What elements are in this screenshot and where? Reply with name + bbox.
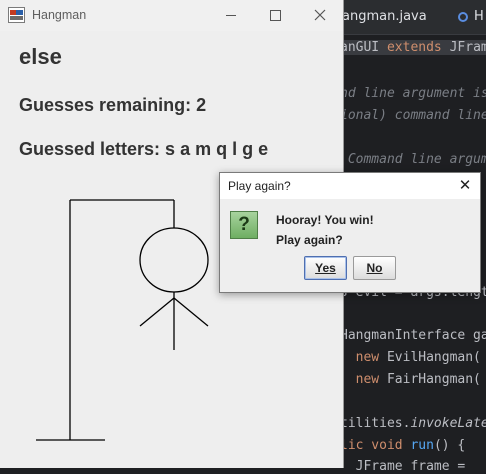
minimize-icon: [226, 14, 236, 16]
code-line[interactable]: new EvilHangman(: [340, 350, 481, 365]
code-token: () {: [433, 438, 466, 453]
dialog-title: Play again?: [228, 179, 291, 193]
close-icon: ✕: [458, 177, 472, 194]
code-keyword: new: [340, 350, 380, 365]
window-titlebar[interactable]: Hangman: [0, 0, 343, 31]
editor-tab-label: H: [474, 9, 484, 24]
code-keyword: extends: [379, 40, 442, 55]
guessed-letters: Guessed letters: s a m q l g e: [19, 139, 269, 159]
code-line[interactable]: JFrame frame =: [340, 459, 473, 474]
yes-button[interactable]: Yes: [304, 256, 347, 280]
code-token: anGUI: [340, 40, 380, 55]
code-keyword: new: [340, 372, 380, 387]
class-file-icon: [458, 11, 468, 22]
dialog-message-prompt: Play again?: [276, 233, 343, 247]
java-app-icon: [8, 7, 25, 23]
code-token: JFram: [441, 40, 486, 55]
code-line[interactable]: ional) command line: [340, 108, 486, 123]
code-token: tilities.: [340, 416, 411, 431]
code-line[interactable]: new FairHangman(: [340, 372, 481, 387]
dialog-close-button[interactable]: ✕: [454, 176, 476, 196]
play-again-dialog: Play again? ✕ ? Hooray! You win! Play ag…: [219, 172, 481, 293]
code-line[interactable]: tilities.invokeLate: [340, 416, 486, 431]
hangman-right-arm: [173, 297, 209, 327]
code-keyword: lic void: [340, 438, 403, 453]
code-line[interactable]: anGUI extends JFram: [340, 40, 486, 55]
minimize-button[interactable]: [208, 3, 254, 27]
editor-tab-next[interactable]: H: [458, 9, 484, 24]
close-button[interactable]: [297, 3, 343, 27]
guesses-remaining: Guesses remaining: 2: [19, 95, 207, 115]
hangman-head: [139, 227, 209, 293]
editor-tab-label: angman.java: [342, 9, 427, 24]
dialog-titlebar[interactable]: Play again? ✕: [220, 173, 480, 199]
code-method: invokeLate: [410, 416, 486, 431]
code-line[interactable]: lic void run() {: [340, 438, 465, 453]
code-token: EvilHangman(: [379, 350, 481, 365]
code-line[interactable]: Command line argum: [340, 152, 486, 167]
code-token: FairHangman(: [379, 372, 481, 387]
hangman-left-arm: [139, 297, 175, 327]
editor-tab-hangman-java[interactable]: angman.java: [342, 9, 427, 24]
code-line[interactable]: nd line argument is: [340, 86, 486, 101]
secret-word: else: [19, 44, 62, 69]
maximize-button[interactable]: [252, 3, 298, 27]
no-button[interactable]: No: [353, 256, 396, 280]
window-title: Hangman: [32, 8, 87, 22]
code-function: run: [402, 438, 434, 453]
question-icon: ?: [230, 211, 258, 239]
dialog-message-win: Hooray! You win!: [276, 213, 374, 227]
code-line[interactable]: HangmanInterface ga: [340, 328, 486, 343]
close-icon: [314, 9, 326, 21]
maximize-icon: [269, 9, 281, 21]
